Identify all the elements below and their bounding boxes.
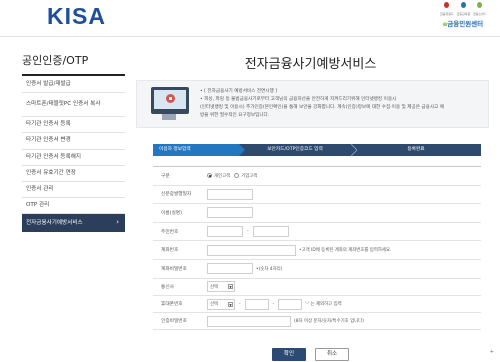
notice-box: • [ 전자금융사기 예방서비스 전면시행 ] • 피싱, 파밍 등 불법금융사… bbox=[136, 80, 489, 128]
chevron-right-icon: › bbox=[116, 218, 119, 227]
notice-line: • [ 전자금융사기 예방서비스 전면시행 ] bbox=[200, 89, 277, 94]
chevron-down-icon: ▼ bbox=[228, 301, 233, 307]
carrier-label: 통신사 bbox=[161, 284, 174, 290]
monitor-screen bbox=[154, 90, 186, 109]
phone-label: 휴대폰번호 bbox=[161, 302, 183, 307]
progress-steps: 이용자 정보입력 보안카드/OTP인증코드 입력 등록완료 bbox=[153, 144, 481, 156]
form-row-type: 구분 개인고객 기업고객 bbox=[153, 167, 481, 186]
account-pw-input[interactable] bbox=[207, 263, 253, 275]
form-row-carrier: 통신사 선택 ▼ bbox=[153, 279, 481, 296]
phone-hint: '-' 는 제외하고 입력 bbox=[305, 302, 342, 307]
notice-line: (인터넷뱅킹 및 이용시) 추가인증(본인확인)을 통해 보안을 강화합니다. … bbox=[200, 105, 444, 110]
sidebar-item-register[interactable]: 타기관 인증서 등록 bbox=[22, 117, 125, 134]
carrier-select[interactable]: 선택 ▼ bbox=[207, 281, 235, 293]
form-row-account: 계좌번호 •고객 ID에 등록된 계좌의 계좌번호를 입력하세요. bbox=[153, 241, 481, 260]
cancel-button[interactable]: 취소 bbox=[315, 348, 350, 361]
chevron-down-icon: ▼ bbox=[228, 284, 233, 290]
form-row-issue-date: 신분증발행일자 bbox=[153, 186, 481, 205]
phone-prefix-select[interactable]: 선택 ▼ bbox=[207, 298, 235, 310]
sidebar-menu: 인증서 발급/재발급 스마트폰/태블릿PC 인증서 복사 타기관 인증서 등록 … bbox=[22, 77, 125, 233]
pin-hint: (8자 이상 문자/숫자/특수기호 입니다) bbox=[294, 319, 364, 325]
radio-corporate[interactable] bbox=[234, 173, 240, 179]
sidebar-item-label: 타기관 인증서 등록해지 bbox=[26, 153, 82, 160]
sidebar: 공인인증/OTP 인증서 발급/재발급 스마트폰/태블릿PC 인증서 복사 타기… bbox=[22, 52, 125, 233]
pin-label: 인증비밀번호 bbox=[161, 319, 187, 325]
sidebar-item-label: 인증서 발급/재발급 bbox=[26, 81, 71, 88]
name-label: 이름(실명) bbox=[161, 210, 182, 216]
account-pw-label: 계좌비밀번호 bbox=[161, 266, 187, 272]
notice-text: • [ 전자금융사기 예방서비스 전면시행 ] • 피싱, 파밍 등 불법금융사… bbox=[200, 88, 486, 120]
account-input[interactable] bbox=[207, 244, 296, 256]
form-row-phone: 휴대폰번호 선택 ▼ - - '-' 는 제외하고 입력 bbox=[153, 296, 481, 314]
sidebar-item-label: 인증서 관리 bbox=[26, 186, 54, 193]
account-label: 계좌번호 bbox=[161, 248, 179, 254]
page-title: 전자금융사기예방서비스 bbox=[244, 57, 377, 72]
main-content: 전자금융사기예방서비스 • [ 전자금융사기 예방서비스 전면시행 ] • 피싱… bbox=[129, 0, 492, 362]
sidebar-item-issue[interactable]: 인증서 발급/재발급 bbox=[22, 77, 125, 94]
radio-personal-label: 개인고객 bbox=[214, 173, 231, 179]
phone-middle-input[interactable] bbox=[244, 298, 269, 310]
notice-line: 방을 위한 필수적인 요구정보입니다. bbox=[200, 113, 270, 118]
sidebar-item-label: 전자금융사기예방서비스 bbox=[26, 219, 83, 226]
monitor-warning-icon bbox=[151, 87, 189, 114]
kisa-logo[interactable]: KISA bbox=[47, 3, 106, 30]
sidebar-item-label: 타기관 인증서 변경 bbox=[26, 137, 71, 144]
sidebar-item-label: 인증서 유효기간 연장 bbox=[26, 169, 76, 176]
dash-separator: - bbox=[272, 301, 275, 307]
sidebar-item-label: OTP 관리 bbox=[26, 202, 50, 209]
account-hint: •고객 ID에 등록된 계좌의 계좌번호를 입력하세요. bbox=[299, 248, 392, 254]
step-security-code: 보안카드/OTP인증코드 입력 bbox=[267, 147, 323, 152]
dash-separator: - bbox=[247, 229, 249, 235]
sidebar-item-change[interactable]: 타기관 인증서 변경 bbox=[22, 133, 125, 150]
form-row-account-pw: 계좌비밀번호 •(숫자 4자리) bbox=[153, 260, 481, 279]
carrier-select-value: 선택 bbox=[210, 284, 219, 290]
form-row-pin: 인증비밀번호 (8자 이상 문자/숫자/특수기호 입니다) bbox=[153, 313, 481, 331]
step-user-info: 이용자 정보입력 bbox=[153, 144, 239, 156]
button-bar: 확인 취소 bbox=[129, 340, 492, 361]
sidebar-item-label: 스마트폰/태블릿PC 인증서 복사 bbox=[26, 101, 101, 108]
sidebar-item-unregister[interactable]: 타기관 인증서 등록해지 bbox=[22, 150, 125, 166]
corner-mark: + bbox=[489, 349, 494, 355]
monitor-stand bbox=[162, 114, 176, 120]
dash-separator: - bbox=[239, 301, 241, 307]
name-input[interactable] bbox=[207, 207, 253, 219]
notice-line: • 피싱, 파밍 등 불법금융사기로부터 고객님의 금융자산을 안전하게 지켜드… bbox=[200, 97, 397, 102]
radio-corporate-label: 기업고객 bbox=[241, 173, 258, 179]
step-complete: 등록완료 bbox=[407, 147, 425, 152]
user-info-form: 구분 개인고객 기업고객 신분증발행일자 이름(실명) 주민번호 - 계좌번호 … bbox=[153, 166, 481, 331]
phone-prefix-value: 선택 bbox=[210, 302, 219, 307]
issue-date-input[interactable] bbox=[207, 188, 253, 200]
phone-last-input[interactable] bbox=[278, 298, 303, 310]
sidebar-item-smartphone-copy[interactable]: 스마트폰/태블릿PC 인증서 복사 bbox=[22, 93, 125, 118]
sidebar-item-cert-manage[interactable]: 인증서 관리 bbox=[22, 182, 125, 199]
form-row-rrn: 주민번호 - bbox=[153, 223, 481, 242]
confirm-button[interactable]: 확인 bbox=[271, 348, 306, 361]
form-row-name: 이름(실명) bbox=[153, 204, 481, 223]
sidebar-item-fraud-prevention[interactable]: 전자금융사기예방서비스 › bbox=[22, 214, 125, 233]
sidebar-item-renew[interactable]: 인증서 유효기간 연장 bbox=[22, 166, 125, 182]
rrn-label: 주민번호 bbox=[161, 229, 179, 235]
rrn-back-input[interactable] bbox=[252, 226, 289, 238]
sidebar-title: 공인인증/OTP bbox=[22, 52, 125, 76]
pin-input[interactable] bbox=[207, 315, 291, 327]
sidebar-item-label: 타기관 인증서 등록 bbox=[26, 121, 71, 128]
radio-personal[interactable] bbox=[207, 173, 212, 179]
issue-date-label: 신분증발행일자 bbox=[161, 192, 192, 198]
sidebar-item-otp[interactable]: OTP 관리 bbox=[22, 198, 125, 215]
account-pw-hint: •(숫자 4자리) bbox=[256, 266, 283, 272]
type-label: 구분 bbox=[161, 173, 170, 179]
rrn-front-input[interactable] bbox=[207, 226, 243, 238]
alert-mark bbox=[169, 97, 172, 100]
